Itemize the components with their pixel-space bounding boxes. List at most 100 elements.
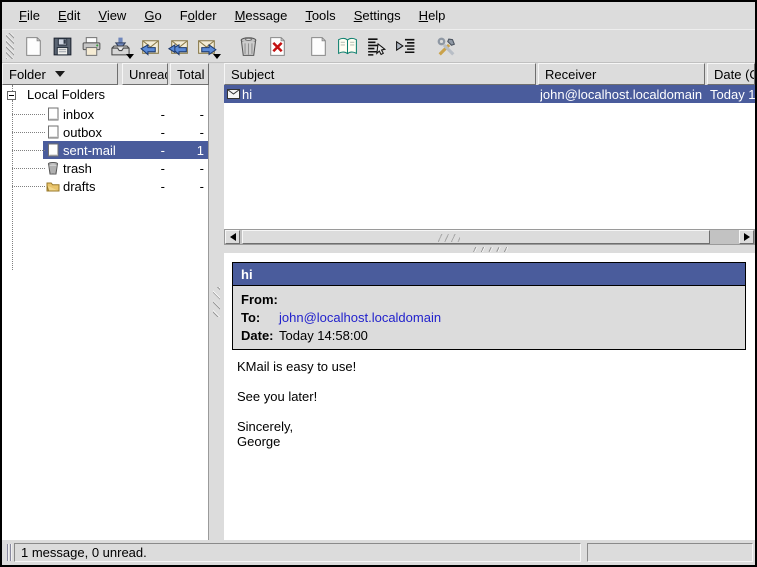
scroll-left-button[interactable] xyxy=(225,230,240,244)
main-content: Folder Unread Total Local Folders inbox--ou… xyxy=(2,63,755,540)
move-to-trash-button[interactable] xyxy=(234,31,263,61)
move-to-trash-icon xyxy=(237,35,260,58)
save-as-button[interactable] xyxy=(48,31,77,61)
splitter-grip-icon xyxy=(472,247,508,252)
delete-button[interactable] xyxy=(263,31,292,61)
message-header-fields: From:To:john@localhost.localdomainDate:T… xyxy=(233,286,745,349)
message-subject-header: hi xyxy=(233,263,745,286)
message-preview-pane: hi From:To:john@localhost.localdomainDat… xyxy=(224,253,755,540)
new-message-button[interactable] xyxy=(19,31,48,61)
tree-line xyxy=(12,150,45,151)
menu-settings[interactable]: Settings xyxy=(345,3,410,28)
folder-unread-count: - xyxy=(123,125,165,140)
reply-button[interactable] xyxy=(135,31,164,61)
splitter-grip-icon xyxy=(213,287,220,317)
mark-message-icon xyxy=(365,35,388,58)
reply-all-icon xyxy=(167,35,190,58)
menu-file[interactable]: File xyxy=(10,3,49,28)
message-list-hscrollbar[interactable] xyxy=(224,229,755,245)
main-toolbar xyxy=(2,29,755,63)
field-label: From: xyxy=(241,292,279,307)
message-list: hijohn@localhost.localdomainToday 14:58:… xyxy=(224,85,755,229)
column-header-subject[interactable]: Subject xyxy=(224,63,536,85)
tree-line xyxy=(12,132,45,133)
menu-folder[interactable]: Folder xyxy=(171,3,226,28)
horizontal-splitter[interactable] xyxy=(224,245,755,253)
new-message-icon xyxy=(22,35,45,58)
folder-name: Local Folders xyxy=(27,87,105,102)
scroll-right-button[interactable] xyxy=(739,230,754,244)
column-header-label: Subject xyxy=(231,67,274,82)
menu-tools[interactable]: Tools xyxy=(296,3,344,28)
print-icon xyxy=(80,35,103,58)
right-pane: SubjectReceiverDate (O hijohn@localhost.… xyxy=(224,63,755,540)
scrollbar-thumb[interactable] xyxy=(242,230,710,244)
folder-row-trash[interactable]: trash-- xyxy=(2,159,208,177)
field-value: Today 14:58:00 xyxy=(279,328,368,343)
collapse-expander-icon[interactable] xyxy=(7,91,16,100)
kmail-window: FileEditViewGoFolderMessageToolsSettings… xyxy=(0,0,757,567)
status-secondary-panel xyxy=(587,543,753,562)
folder-total-count: - xyxy=(165,125,204,140)
toolbar-buttons xyxy=(19,31,461,61)
dropdown-arrow-icon xyxy=(213,54,221,59)
vertical-splitter[interactable] xyxy=(209,63,224,540)
folder-row-local-folders[interactable]: Local Folders xyxy=(2,87,208,105)
configure-icon xyxy=(435,35,458,58)
folder-total-count: - xyxy=(165,161,204,176)
folder-row-outbox[interactable]: outbox-- xyxy=(2,123,208,141)
field-label: To: xyxy=(241,310,279,325)
field-label: Date: xyxy=(241,328,279,343)
paper-icon xyxy=(46,143,60,157)
folder-icon xyxy=(46,179,60,193)
check-mail-button[interactable] xyxy=(106,31,135,61)
paper-icon xyxy=(46,107,60,121)
create-filter-button[interactable] xyxy=(391,31,420,61)
new-page-button[interactable] xyxy=(304,31,333,61)
save-as-icon xyxy=(51,35,74,58)
status-bar: 1 message, 0 unread. xyxy=(2,540,755,565)
delete-icon xyxy=(266,35,289,58)
menu-go[interactable]: Go xyxy=(135,3,170,28)
folder-name: sent-mail xyxy=(63,143,116,158)
column-header-folder[interactable]: Folder xyxy=(2,63,118,85)
folder-row-sent-mail[interactable]: sent-mail-1 xyxy=(2,141,208,159)
menu-edit[interactable]: Edit xyxy=(49,3,89,28)
arrow-right-icon xyxy=(744,233,750,241)
print-button[interactable] xyxy=(77,31,106,61)
configure-button[interactable] xyxy=(432,31,461,61)
message-row[interactable]: hijohn@localhost.localdomainToday 14:58:… xyxy=(224,85,755,103)
toolbar-drag-handle[interactable] xyxy=(6,33,14,59)
field-value-link[interactable]: john@localhost.localdomain xyxy=(279,310,441,325)
menu-help[interactable]: Help xyxy=(410,3,455,28)
column-header-total[interactable]: Total xyxy=(170,63,209,85)
tree-line xyxy=(12,186,45,187)
statusbar-handle[interactable] xyxy=(7,544,12,561)
reply-icon xyxy=(138,35,161,58)
folder-row-inbox[interactable]: inbox-- xyxy=(2,105,208,123)
header-field-row: To:john@localhost.localdomain xyxy=(233,308,745,326)
column-header-label: Folder xyxy=(9,67,46,82)
column-header-label: Date (O xyxy=(714,67,755,82)
folder-total-count: - xyxy=(165,107,204,122)
column-header-receiver[interactable]: Receiver xyxy=(538,63,705,85)
column-header-unread[interactable]: Unread xyxy=(122,63,168,85)
status-message-panel: 1 message, 0 unread. xyxy=(14,543,581,562)
folder-row-drafts[interactable]: drafts-- xyxy=(2,177,208,195)
column-header-date[interactable]: Date (O xyxy=(707,63,755,85)
address-book-icon xyxy=(336,35,359,58)
trashcan-icon xyxy=(46,161,60,175)
folder-unread-count: - xyxy=(123,161,165,176)
mark-message-button[interactable] xyxy=(362,31,391,61)
forward-button[interactable] xyxy=(193,31,222,61)
reply-all-button[interactable] xyxy=(164,31,193,61)
menu-message[interactable]: Message xyxy=(226,3,297,28)
folder-total-count: - xyxy=(165,179,204,194)
menu-view[interactable]: View xyxy=(89,3,135,28)
sort-descending-icon xyxy=(55,71,65,77)
column-header-label: Unread xyxy=(129,67,168,82)
column-header-label: Total xyxy=(177,67,204,82)
address-book-button[interactable] xyxy=(333,31,362,61)
tree-line xyxy=(12,168,45,169)
folder-pane: Folder Unread Total Local Folders inbox--ou… xyxy=(2,63,209,540)
